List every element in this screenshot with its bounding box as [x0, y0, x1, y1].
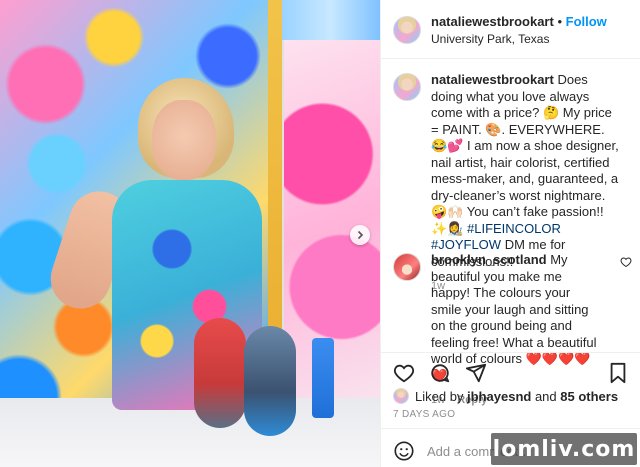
emoji-icon[interactable] [393, 440, 415, 462]
heart-icon[interactable] [620, 256, 632, 268]
comment-divider [381, 428, 640, 429]
face [152, 100, 216, 180]
carousel-next-button[interactable] [350, 225, 370, 245]
action-bar [393, 360, 628, 386]
header-divider [381, 58, 640, 59]
chevron-right-icon [357, 230, 364, 240]
hashtag-lifeincolor[interactable]: #LIFEINCOLOR [467, 221, 561, 236]
painted-foot-left [194, 318, 246, 428]
post-panel: nataliewestbrookart • Follow University … [380, 0, 640, 467]
author-avatar[interactable] [393, 16, 421, 44]
post-header: nataliewestbrookart • Follow University … [393, 10, 630, 50]
comment-icon[interactable] [429, 362, 451, 384]
post-photo[interactable] [0, 0, 380, 467]
caption-avatar[interactable] [393, 73, 421, 101]
author-username[interactable]: nataliewestbrookart [431, 14, 554, 29]
likes-prefix: Liked by [415, 388, 468, 404]
likes-text: Liked by jbhayesnd and 85 others [415, 389, 618, 404]
commenter-username[interactable]: brooklyn_scotland [431, 252, 547, 267]
hashtag-joyflow[interactable]: #JOYFLOW [431, 237, 501, 252]
likes-row: Liked by jbhayesnd and 85 others [393, 388, 618, 404]
post-timestamp[interactable]: 7 DAYS AGO [393, 409, 455, 420]
post-location[interactable]: University Park, Texas [431, 32, 607, 46]
commenter-avatar[interactable] [393, 253, 421, 281]
separator-dot: • [557, 14, 563, 29]
header-text: nataliewestbrookart • Follow University … [431, 14, 607, 46]
bookmark-icon[interactable] [608, 362, 628, 384]
liker-username[interactable]: jbhayesnd [467, 389, 531, 404]
actions-divider [381, 352, 640, 353]
paint-bottle [312, 338, 334, 418]
canvas-top [282, 0, 380, 44]
liker-avatar[interactable] [393, 388, 409, 404]
likes-middle: and [531, 388, 561, 404]
follow-button[interactable]: Follow [566, 14, 607, 29]
caption-text: nataliewestbrookart Does doing what you … [431, 72, 622, 270]
heart-icon[interactable] [393, 362, 415, 384]
watermark-logo: lomliv.com [491, 433, 637, 465]
painted-foot-right [244, 326, 296, 436]
likes-others[interactable]: 85 others [560, 389, 618, 404]
caption-body: Does doing what you love always come wit… [431, 72, 619, 236]
caption-username[interactable]: nataliewestbrookart [431, 72, 554, 87]
share-icon[interactable] [465, 362, 487, 384]
